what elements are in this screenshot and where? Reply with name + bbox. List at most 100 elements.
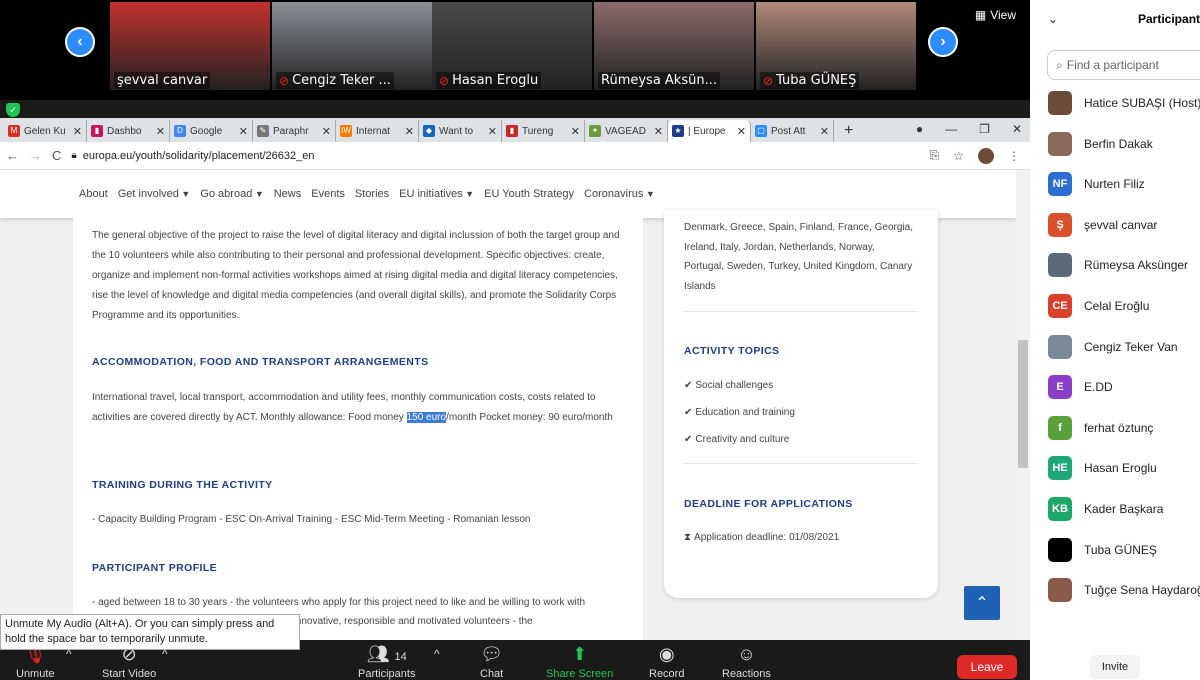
participant-item[interactable]: Rümeysa Aksünger [1048, 250, 1188, 280]
bookmark-star-icon[interactable]: ☆ [953, 149, 964, 163]
selected-text[interactable]: 150 euro [406, 412, 447, 423]
record-button[interactable]: ◉ Record [649, 644, 684, 680]
close-tab-icon[interactable]: ✕ [239, 125, 248, 138]
collapse-chevron-icon[interactable]: ⌄ [1048, 12, 1058, 26]
site-nav-label: Go abroad [200, 188, 253, 200]
browser-tab[interactable]: D Google ✕ [170, 120, 253, 142]
participants-button[interactable]: 👥︎ 14 Participants [358, 644, 415, 680]
hourglass-icon: ⧗ [684, 532, 692, 543]
close-tab-icon[interactable]: ✕ [654, 125, 663, 138]
participant-search-input[interactable]: ⌕ Find a participant [1047, 50, 1200, 80]
video-tile[interactable]: ⊘ Cengiz Teker ... [272, 2, 432, 90]
close-tab-icon[interactable]: ✕ [571, 125, 580, 138]
close-tab-icon[interactable]: ✕ [73, 125, 82, 138]
close-window-button[interactable]: ✕ [1012, 122, 1022, 136]
browser-tab[interactable]: ▮ Dashbo ✕ [87, 120, 170, 142]
checkmark-icon: ✔ [684, 407, 693, 418]
divider [684, 311, 918, 312]
participant-item[interactable]: CE Celal Eroğlu [1048, 291, 1149, 321]
scroll-to-top-button[interactable]: ⌃ [964, 586, 1000, 620]
page-scrollbar[interactable] [1016, 170, 1030, 640]
scrollbar-thumb[interactable] [1018, 340, 1028, 468]
tab-title: Dashbo [107, 125, 142, 137]
next-page-button[interactable]: › [928, 27, 958, 57]
participant-item[interactable]: HE Hasan Eroglu [1048, 453, 1157, 483]
browser-tab[interactable]: ◆ Want to ✕ [419, 120, 502, 142]
reload-icon[interactable]: C [52, 148, 61, 163]
participant-item[interactable]: Berfin Dakak [1048, 129, 1153, 159]
participant-item[interactable]: NF Nurten Filiz [1048, 169, 1145, 199]
restore-button[interactable]: ❐ [979, 122, 990, 136]
participant-avatar: HE [1048, 456, 1072, 481]
participant-name: Tuğçe Sena Haydaroğlu [1084, 583, 1200, 598]
site-nav-item[interactable]: Get involved ▼ [118, 188, 191, 200]
share-screen-button[interactable]: ⬆ Share Screen [546, 644, 613, 680]
video-strip: ‹ şevval canvar ⊘ Cengiz Teker ... ⊘ Hasan E… [0, 0, 1030, 100]
site-nav-item[interactable]: EU initiatives ▼ [399, 188, 474, 200]
participant-item[interactable]: Cengiz Teker Van [1048, 332, 1178, 362]
participant-item[interactable]: Tuba GÜNEŞ [1048, 535, 1157, 565]
browser-tab[interactable]: M Gelen Ku ✕ [4, 120, 87, 142]
video-tile[interactable]: ⊘ Tuba GÜNEŞ [756, 2, 916, 90]
deadline-heading: DEADLINE FOR APPLICATIONS [684, 498, 853, 510]
participant-item[interactable]: f ferhat öztunç [1048, 413, 1153, 443]
site-nav-item[interactable]: EU Youth Strategy [484, 188, 574, 200]
profile-avatar[interactable] [978, 147, 994, 164]
close-tab-icon[interactable]: ✕ [405, 125, 414, 138]
participants-label: Participants [358, 668, 416, 680]
minimize-button[interactable]: — [945, 122, 957, 136]
site-nav-item[interactable]: About [79, 188, 108, 200]
back-icon[interactable]: ← [6, 148, 19, 163]
translate-icon[interactable]: ⎘ [930, 148, 940, 163]
muted-mic-icon: ⊘ [279, 73, 290, 88]
zoom-window: ‹ şevval canvar ⊘ Cengiz Teker ... ⊘ Hasan E… [0, 0, 1200, 680]
browser-tab[interactable]: ★ | Europe ✕ [668, 120, 751, 142]
chat-button[interactable]: 💬︎ Chat [480, 644, 503, 680]
participant-item[interactable]: Hatice SUBAŞI (Host) [1048, 88, 1200, 118]
checkmark-icon: ✔ [684, 380, 693, 391]
tab-title: Google [190, 125, 223, 137]
browser-tab[interactable]: ✦ VAGEAD ✕ [585, 120, 668, 142]
menu-icon[interactable]: ⋮ [1008, 149, 1020, 163]
site-nav-item[interactable]: Stories [355, 188, 389, 200]
video-tile[interactable]: ⊘ Hasan Eroglu [432, 2, 592, 90]
new-tab-button[interactable]: + [834, 120, 863, 142]
close-tab-icon[interactable]: ✕ [820, 125, 829, 138]
url-text: europa.eu/youth/solidarity/placement/266… [82, 149, 315, 162]
participant-name: ferhat öztunç [1084, 420, 1154, 435]
participant-item[interactable]: E E.DD [1048, 372, 1113, 402]
leave-button[interactable]: Leave [957, 655, 1017, 679]
chevron-up-icon: ^ [434, 647, 440, 661]
site-nav-item[interactable]: Coronavirus ▼ [584, 188, 655, 200]
site-nav-item[interactable]: Events [311, 188, 345, 200]
participants-options-button[interactable]: ^ [434, 644, 440, 664]
close-tab-icon[interactable]: ✕ [322, 125, 331, 138]
participant-item[interactable]: KB Kader Başkara [1048, 494, 1163, 524]
participant-item[interactable]: Tuğçe Sena Haydaroğlu [1048, 575, 1200, 605]
training-paragraph: - Capacity Building Program - ESC On-Arr… [92, 514, 531, 525]
video-tile[interactable]: Rümeysa Aksün... [594, 2, 754, 90]
reactions-button[interactable]: ☺ Reactions [722, 644, 771, 680]
site-nav-label: Coronavirus [584, 188, 644, 200]
site-nav-item[interactable]: News [274, 188, 302, 200]
participant-name: Rümeysa Aksün... [601, 73, 717, 88]
site-nav-item[interactable]: Go abroad ▼ [200, 188, 263, 200]
prev-page-button[interactable]: ‹ [65, 27, 95, 57]
forward-icon[interactable]: → [29, 148, 42, 163]
url-field[interactable]: 🔒︎ europa.eu/youth/solidarity/placement/… [71, 150, 919, 162]
browser-tab[interactable]: ✎ Paraphr ✕ [253, 120, 336, 142]
close-tab-icon[interactable]: ✕ [156, 125, 165, 138]
invite-button[interactable]: Invite [1090, 655, 1140, 679]
tab-favicon-icon: ★ [672, 125, 684, 137]
browser-tab[interactable]: IW Internat ✕ [336, 120, 419, 142]
browser-tab[interactable]: ▮ Tureng ✕ [502, 120, 585, 142]
view-button[interactable]: ▦ View [975, 8, 1016, 22]
browser-tab[interactable]: ▢ Post Att ✕ [751, 120, 834, 142]
chat-label: Chat [480, 668, 504, 680]
close-tab-icon[interactable]: ✕ [737, 125, 746, 138]
participant-item[interactable]: Şşevval canvar [1048, 210, 1157, 240]
site-nav-label: News [273, 188, 302, 200]
participant-avatar [1048, 334, 1072, 359]
video-tile[interactable]: şevval canvar [110, 2, 270, 90]
close-tab-icon[interactable]: ✕ [488, 125, 497, 138]
